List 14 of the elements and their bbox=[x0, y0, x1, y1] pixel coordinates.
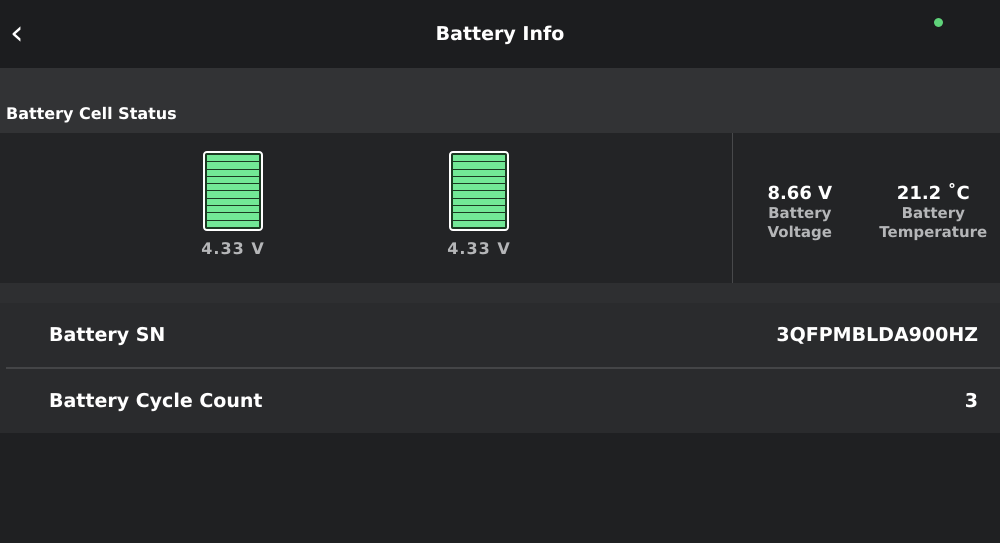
cell-voltage: 4.33 V bbox=[201, 239, 265, 258]
row-label: Battery Cycle Count bbox=[49, 390, 262, 412]
section-title: Battery Cell Status bbox=[6, 104, 177, 123]
stat-value: 21.2 ˚C bbox=[896, 182, 970, 204]
stat-label: Battery Voltage bbox=[766, 204, 833, 242]
cell-voltage: 4.33 V bbox=[447, 239, 511, 258]
row-label: Battery SN bbox=[49, 324, 166, 346]
back-button[interactable]: ‹ bbox=[6, 16, 28, 50]
row-value: 3QFPMBLDA900HZ bbox=[776, 324, 978, 346]
stat-label: Battery Temperature bbox=[878, 204, 988, 242]
stat-value: 8.66 V bbox=[767, 182, 832, 204]
status-dot-icon bbox=[934, 18, 943, 27]
page-title: Battery Info bbox=[436, 23, 564, 45]
row-value: 3 bbox=[964, 390, 978, 412]
